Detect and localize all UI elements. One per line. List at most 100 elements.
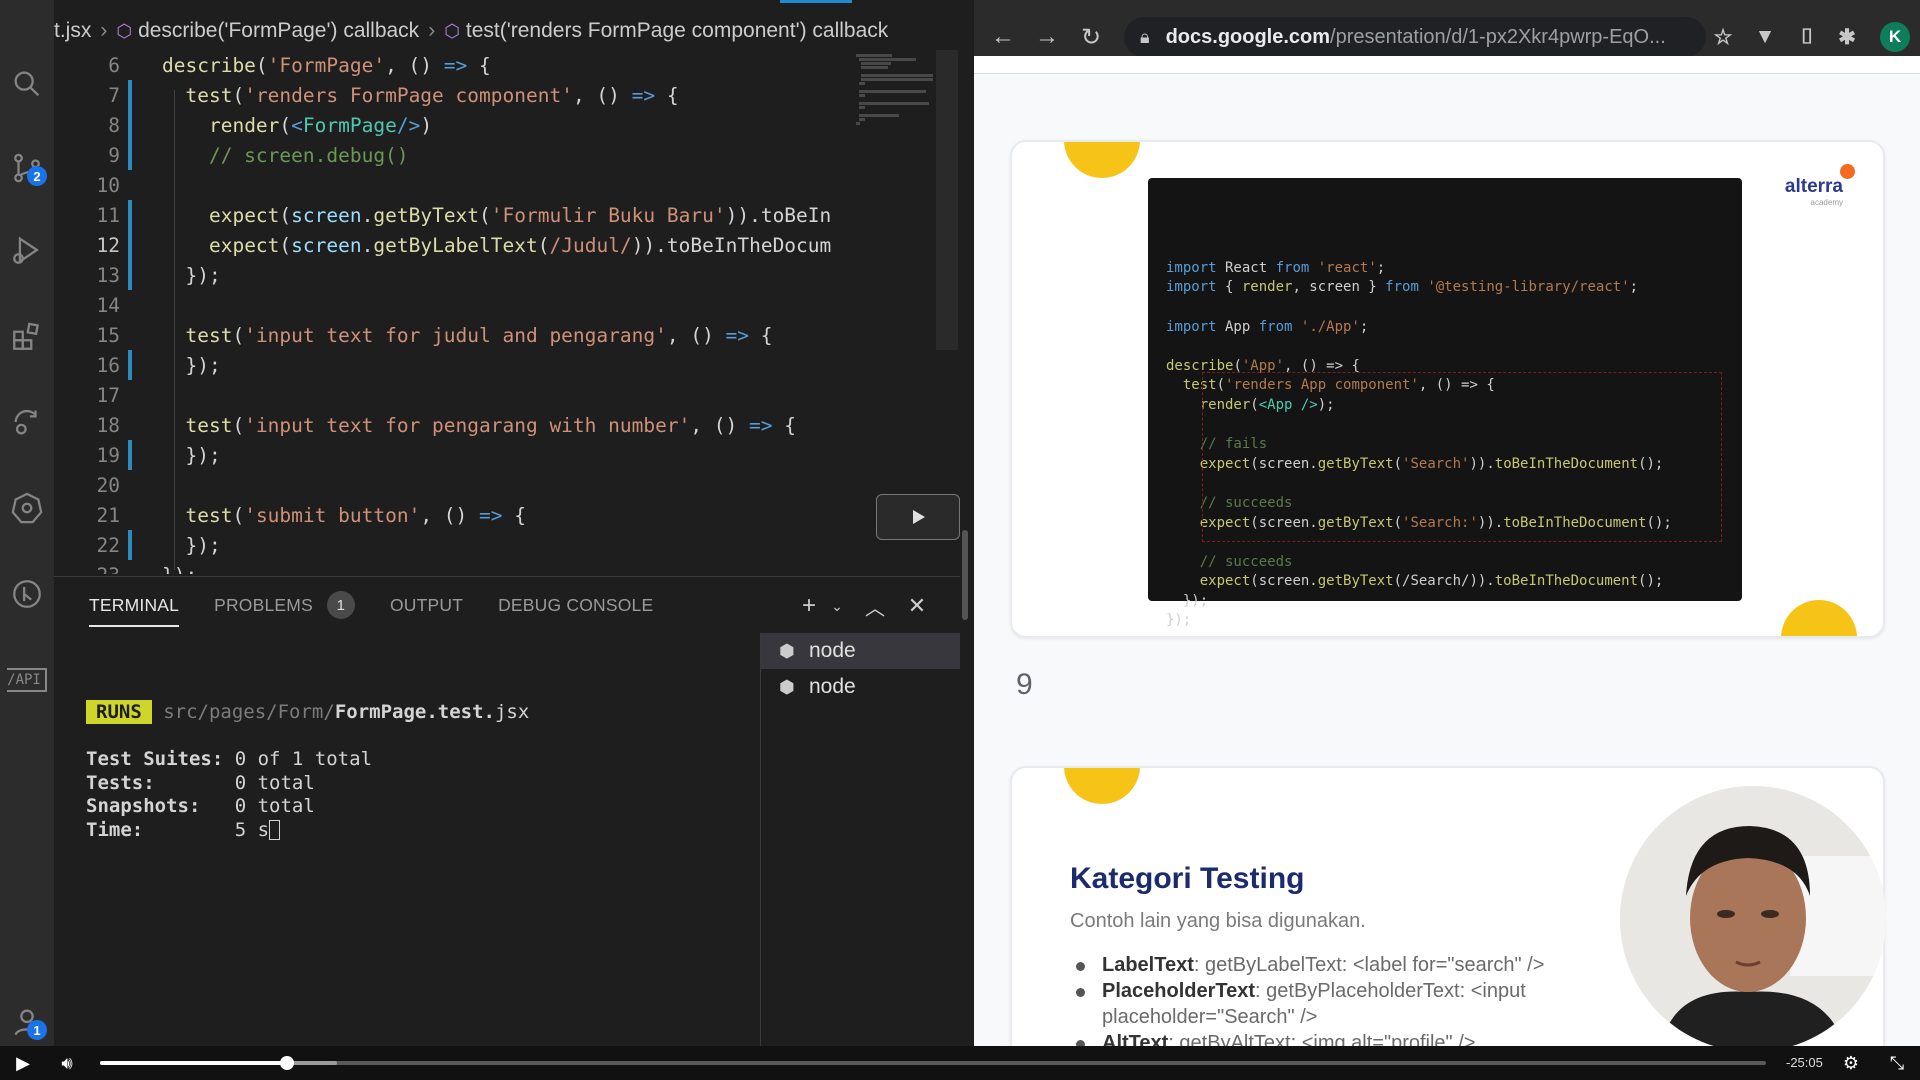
terminal-item[interactable]: ⬢ node [761, 669, 960, 705]
play-icon[interactable]: ▶ [10, 1050, 36, 1076]
remote-explorer-icon[interactable] [0, 398, 54, 446]
kubernetes-icon[interactable] [0, 484, 54, 532]
chevron-down-icon[interactable]: ⌄ [822, 591, 852, 621]
decor-blob [1064, 768, 1140, 804]
code-line[interactable]: 6 describe('FormPage', () => { [54, 50, 840, 80]
code-line[interactable]: 14 [54, 290, 840, 320]
tab-debug-console[interactable]: DEBUG CONSOLE [498, 577, 653, 633]
vue-devtools-icon[interactable]: ▼ [1750, 22, 1780, 52]
back-icon[interactable]: ← [988, 22, 1018, 52]
code-line[interactable]: 15 test('input text for judul and pengar… [54, 320, 840, 350]
code-line[interactable]: 16 }); [54, 350, 840, 380]
terminal-item[interactable]: ⬢ node [761, 633, 960, 669]
maximize-panel-icon[interactable]: ︿ [860, 591, 890, 621]
code-line[interactable]: 8 render(<FormPage/>) [54, 110, 840, 140]
slide-code-line: import { render, screen } from '@testing… [1166, 279, 1639, 296]
slide-thumbnail[interactable]: import React from 'react'; import { rende… [1010, 140, 1885, 638]
code-text: }); [162, 533, 221, 557]
code-editor[interactable]: 6 describe('FormPage', () => {7 test('ren… [54, 50, 840, 575]
terminal-list: ⬢ node ⬢ node [760, 633, 960, 1047]
seek-handle[interactable] [279, 1056, 294, 1070]
active-tab-indicator [780, 0, 852, 3]
code-line[interactable]: 23}); [54, 560, 840, 575]
search-icon[interactable] [0, 60, 54, 108]
code-line[interactable]: 20 [54, 470, 840, 500]
line-number: 23 [54, 564, 120, 575]
extension-ci-icon[interactable]: ⌷ [1792, 22, 1822, 52]
git-change-marker [128, 350, 132, 380]
address-bar[interactable]: 🔒︎ docs.google.com/presentation/d/1-px2X… [1124, 17, 1706, 57]
video-play-overlay-button[interactable] [876, 494, 960, 540]
tab-output[interactable]: OUTPUT [390, 577, 463, 633]
git-change-marker [128, 110, 132, 140]
code-line[interactable]: 13 }); [54, 260, 840, 290]
webcam-overlay [1620, 786, 1886, 1052]
tab-terminal[interactable]: TERMINAL [89, 577, 180, 633]
list-item: PlaceholderText: getByPlaceholderText: <… [1070, 978, 1590, 1030]
breadcrumb-file[interactable]: t.jsx [54, 19, 91, 43]
logo-subtext: academy [1810, 198, 1843, 207]
slide-code-line: // succeeds [1166, 553, 1293, 570]
runs-badge: RUNS [86, 700, 152, 724]
reload-icon[interactable]: ↻ [1076, 22, 1106, 52]
code-line[interactable]: 7 test('renders FormPage component', () … [54, 80, 840, 110]
code-text: }); [162, 353, 221, 377]
symbol-method-icon: ⬡ [116, 20, 133, 41]
profile-avatar[interactable]: K [1880, 22, 1910, 52]
extensions-icon[interactable] [0, 312, 54, 360]
code-line[interactable]: 17 [54, 380, 840, 410]
accounts-icon[interactable]: 1 [0, 998, 54, 1046]
bottom-panel: TERMINAL PROBLEMS 1 OUTPUT DEBUG CONSOLE… [54, 576, 960, 1047]
api-icon[interactable]: /API [0, 656, 54, 704]
minimap-line [861, 66, 889, 69]
close-panel-icon[interactable]: ✕ [902, 591, 932, 621]
runs-path-file: FormPage.test. [334, 701, 495, 723]
code-text: // screen.debug() [162, 143, 409, 167]
code-line[interactable]: 21 test('submit button', () => { [54, 500, 840, 530]
summary-value: 5 s [234, 818, 270, 841]
terminal-output[interactable]: RUNS src/pages/Form/FormPage.test.jsx Te… [86, 700, 530, 842]
volume-icon[interactable]: 🔊︎ [54, 1050, 80, 1076]
settings-gear-icon[interactable]: ⚙ [1838, 1050, 1864, 1076]
slides-toolbar [974, 56, 1920, 74]
code-line[interactable]: 10 [54, 170, 840, 200]
bookmark-star-icon[interactable]: ☆ [1708, 22, 1738, 52]
slide-code-line: }); [1166, 592, 1209, 609]
source-control-badge: 2 [27, 166, 47, 186]
code-line[interactable]: 9 // screen.debug() [54, 140, 840, 170]
seek-bar[interactable] [100, 1056, 1766, 1070]
chevron-right-icon: › [428, 19, 436, 42]
terminal-icon: ⬢ [779, 641, 795, 661]
new-terminal-icon[interactable]: + [794, 591, 824, 621]
breadcrumb-describe[interactable]: describe('FormPage') callback [138, 19, 419, 43]
code-line[interactable]: 11 expect(screen.getByText('Formulir Buk… [54, 200, 840, 230]
editor-scrollbar[interactable] [936, 50, 958, 350]
extensions-puzzle-icon[interactable]: ✱ [1832, 22, 1862, 52]
forward-icon[interactable]: → [1032, 22, 1062, 52]
breadcrumb: t.jsx › ⬡ describe('FormPage') callback … [54, 12, 960, 50]
code-line[interactable]: 22 }); [54, 530, 840, 560]
terminal-icon: ⬢ [779, 677, 795, 697]
code-text: test('input text for pengarang with numb… [185, 413, 796, 437]
play-icon [913, 510, 925, 524]
code-line[interactable]: 12 expect(screen.getByLabelText(/Judul/)… [54, 230, 840, 260]
line-number: 21 [96, 503, 120, 527]
lock-icon: 🔒︎ [1140, 26, 1150, 47]
line-number: 10 [96, 173, 120, 197]
run-debug-icon[interactable] [0, 226, 54, 274]
exit-fullscreen-icon[interactable]: ⤡ [1884, 1050, 1910, 1076]
highlight-box [1202, 372, 1722, 542]
code-line[interactable]: 18 test('input text for pengarang with n… [54, 410, 840, 440]
breadcrumb-test[interactable]: test('renders FormPage component') callb… [466, 19, 888, 43]
runs-path-ext: jsx [494, 701, 530, 723]
slide-subtitle: Contoh lain yang bisa digunakan. [1070, 910, 1366, 932]
source-control-icon[interactable]: 2 [0, 144, 54, 192]
activity-bar: 2 /API 1 [0, 0, 54, 1046]
code-line[interactable]: 19 }); [54, 440, 840, 470]
minimap-line [858, 118, 866, 121]
tab-problems[interactable]: PROBLEMS 1 [214, 577, 355, 633]
timeline-icon[interactable] [0, 570, 54, 618]
slide-title: Kategori Testing [1070, 862, 1305, 895]
split-sash[interactable] [962, 530, 968, 620]
minimap-line [858, 106, 866, 109]
